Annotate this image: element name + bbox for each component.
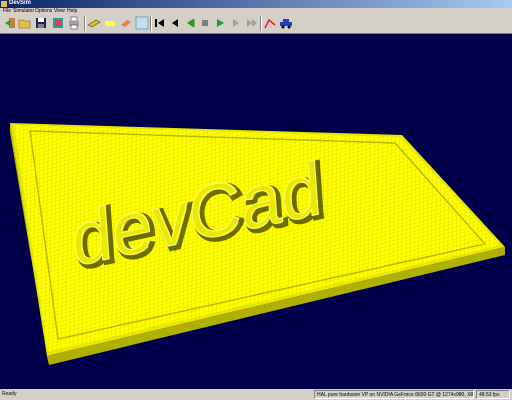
rewind-icon[interactable] — [153, 16, 167, 30]
toolbar-separator — [260, 16, 262, 31]
stop-icon[interactable] — [198, 16, 212, 30]
play-icon[interactable] — [213, 16, 227, 30]
window-title: DevSim — [9, 0, 32, 6]
menu-view[interactable]: View — [54, 8, 65, 15]
toolbar — [0, 15, 512, 34]
engraved-plate: devCad devCad — [10, 123, 505, 365]
menu-bar: File Simulator Options View Help — [0, 8, 512, 15]
title-bar[interactable]: DevSim — [0, 0, 512, 8]
play-back-icon[interactable] — [183, 16, 197, 30]
exit-icon[interactable] — [3, 16, 17, 30]
renderer-info: HAL pure hardware VP on NVIDIA GeForce 8… — [314, 390, 474, 399]
status-text: Ready — [2, 391, 17, 397]
print-icon[interactable] — [67, 16, 81, 30]
menu-help[interactable]: Help — [67, 8, 77, 15]
model-icon[interactable] — [51, 16, 65, 30]
toolpath-icon[interactable] — [263, 16, 277, 30]
view-icon[interactable] — [135, 16, 149, 30]
open-file-icon[interactable] — [18, 16, 32, 30]
3d-viewport[interactable]: devCad devCad — [0, 34, 512, 389]
step-back-icon[interactable] — [168, 16, 182, 30]
menu-simulator[interactable]: Simulator — [13, 8, 34, 15]
menu-options[interactable]: Options — [35, 8, 52, 15]
skip-forward-icon[interactable] — [229, 16, 243, 30]
status-bar: Ready HAL pure hardware VP on NVIDIA GeF… — [0, 389, 512, 400]
fps-display: 48.53 fps — [476, 390, 510, 399]
fast-forward-icon[interactable] — [245, 16, 259, 30]
vehicle-icon[interactable] — [279, 16, 293, 30]
save-icon[interactable] — [34, 16, 48, 30]
eraser-icon[interactable] — [119, 16, 133, 30]
app-window: DevSim File Simulator Options View Help — [0, 0, 512, 400]
toolbar-separator — [150, 16, 152, 31]
toolbar-separator — [84, 16, 86, 31]
tool-icon[interactable] — [87, 16, 101, 30]
menu-file[interactable]: File — [3, 8, 11, 15]
app-icon — [1, 1, 7, 7]
yellow-tool-icon[interactable] — [103, 16, 117, 30]
